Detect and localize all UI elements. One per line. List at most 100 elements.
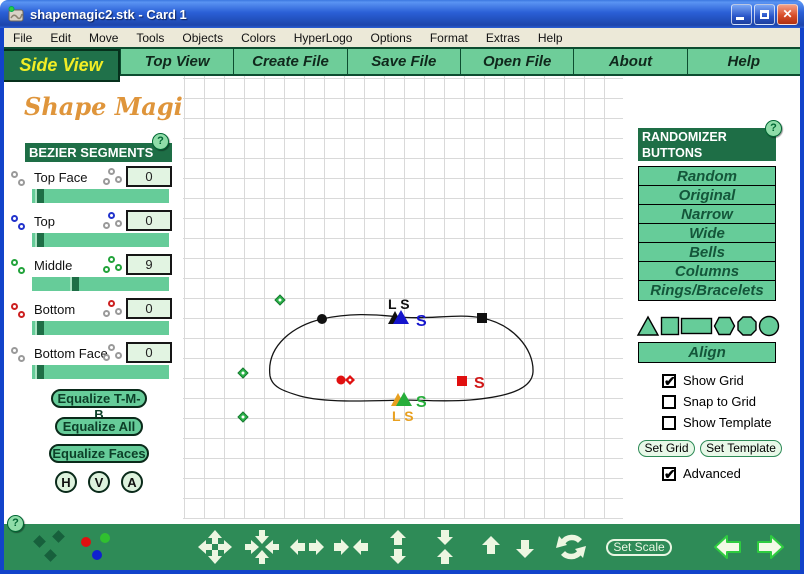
octagon-shape-icon[interactable] (736, 315, 758, 337)
set-grid-button[interactable]: Set Grid (638, 440, 695, 457)
menu-help[interactable]: Help (529, 31, 572, 45)
bezier-help-button[interactable]: ? (152, 133, 169, 150)
tab-open-file[interactable]: Open File (459, 49, 573, 74)
tab-bar: Side View Top View Create File Save File… (4, 47, 800, 82)
h-button[interactable]: H (55, 471, 77, 493)
wide-button[interactable]: Wide (639, 224, 775, 243)
rectangle-shape-icon[interactable] (680, 315, 713, 337)
slider-track-top[interactable] (32, 233, 169, 247)
show-grid-checkbox[interactable] (662, 373, 676, 390)
align-button[interactable]: Align (638, 342, 776, 363)
drawing-canvas[interactable]: L S S S S L S (183, 76, 623, 519)
slider-label: Top (34, 214, 55, 229)
menu-hyperlogo[interactable]: HyperLogo (285, 31, 362, 45)
show-grid-checkbox-row[interactable]: Show Grid (662, 373, 744, 390)
minimize-button[interactable] (731, 4, 752, 25)
heighten-icon[interactable] (380, 529, 416, 565)
title-bar[interactable]: shapemagic2.stk - Card 1 ✕ (0, 0, 804, 28)
original-button[interactable]: Original (639, 186, 775, 205)
slider-thumb[interactable] (35, 233, 44, 247)
close-button[interactable]: ✕ (777, 4, 798, 25)
contract-all-icon[interactable] (244, 529, 280, 565)
tab-save-file[interactable]: Save File (346, 49, 460, 74)
randomizer-help-button[interactable]: ? (765, 120, 782, 137)
tab-create-file[interactable]: Create File (233, 49, 346, 74)
rotate-icon[interactable] (551, 529, 591, 565)
bells-button[interactable]: Bells (639, 243, 775, 262)
decorative-diamond-dot (52, 530, 65, 543)
control-point-square[interactable] (477, 313, 487, 323)
forward-arrow-button[interactable] (755, 534, 785, 561)
narrow-button[interactable]: Narrow (639, 205, 775, 224)
a-button[interactable]: A (121, 471, 143, 493)
equalize-tmb-button[interactable]: Equalize T-M-B (51, 389, 147, 422)
point-dot-icon (108, 300, 115, 307)
app-logo-text: Shape Magic 2 (24, 92, 223, 121)
set-template-button[interactable]: Set Template (700, 440, 782, 457)
maximize-button[interactable] (754, 4, 775, 25)
random-button[interactable]: Random (639, 167, 775, 186)
slider-thumb[interactable] (35, 365, 44, 379)
guide-point-diamond[interactable] (274, 294, 286, 306)
equalize-all-button[interactable]: Equalize All (55, 417, 143, 436)
menu-tools[interactable]: Tools (127, 31, 173, 45)
advanced-checkbox-row[interactable]: Advanced (662, 466, 741, 483)
slider-track-bottom[interactable] (32, 321, 169, 335)
snap-to-grid-checkbox[interactable] (662, 394, 676, 409)
widen-icon[interactable] (289, 529, 325, 565)
point-label-top-s: S (416, 313, 427, 330)
move-down-icon[interactable] (507, 529, 543, 565)
tab-side-view[interactable]: Side View (4, 49, 120, 82)
tab-help[interactable]: Help (686, 49, 800, 74)
toolbar-help-button[interactable]: ? (7, 515, 24, 532)
control-point-red-circle[interactable] (336, 375, 346, 385)
slider-value-box[interactable]: 0 (126, 342, 172, 363)
slider-thumb[interactable] (70, 277, 79, 291)
back-arrow-button[interactable] (713, 534, 743, 561)
move-up-icon[interactable] (473, 529, 509, 565)
v-button[interactable]: V (88, 471, 110, 493)
control-point-red-square[interactable] (457, 376, 467, 386)
point-dot-icon (108, 344, 115, 351)
guide-point-diamond[interactable] (237, 367, 249, 379)
tab-about[interactable]: About (573, 49, 686, 74)
menu-file[interactable]: File (4, 31, 41, 45)
expand-all-icon[interactable] (197, 529, 233, 565)
equalize-faces-button[interactable]: Equalize Faces (49, 444, 149, 463)
triangle-shape-icon[interactable] (636, 315, 660, 337)
rings-bracelets-button[interactable]: Rings/Bracelets (639, 281, 775, 300)
show-template-checkbox-row[interactable]: Show Template (662, 415, 772, 430)
set-scale-button[interactable]: Set Scale (606, 539, 672, 556)
columns-button[interactable]: Columns (639, 262, 775, 281)
control-point-red-diamond[interactable] (345, 375, 355, 385)
slider-value-box[interactable]: 0 (126, 298, 172, 319)
control-point-circle[interactable] (317, 314, 327, 324)
snap-to-grid-checkbox-row[interactable]: Snap to Grid (662, 394, 756, 409)
advanced-checkbox[interactable] (662, 466, 676, 483)
slider-value-box[interactable]: 0 (126, 210, 172, 231)
menu-move[interactable]: Move (80, 31, 127, 45)
slider-thumb[interactable] (35, 321, 44, 335)
slider-track-bottom-face[interactable] (32, 365, 169, 379)
slider-track-middle[interactable] (32, 277, 169, 291)
menu-objects[interactable]: Objects (173, 31, 232, 45)
hexagon-shape-icon[interactable] (713, 315, 736, 337)
slider-thumb[interactable] (35, 189, 44, 203)
square-shape-icon[interactable] (660, 315, 680, 337)
menu-format[interactable]: Format (421, 31, 477, 45)
point-dot-icon (115, 308, 122, 315)
menu-extras[interactable]: Extras (477, 31, 529, 45)
narrow-icon[interactable] (333, 529, 369, 565)
slider-value-box[interactable]: 0 (126, 166, 172, 187)
menu-options[interactable]: Options (361, 31, 420, 45)
shorten-icon[interactable] (427, 529, 463, 565)
slider-value-box[interactable]: 9 (126, 254, 172, 275)
menu-edit[interactable]: Edit (41, 31, 80, 45)
slider-track-top-face[interactable] (32, 189, 169, 203)
tab-top-view[interactable]: Top View (120, 49, 233, 74)
circle-shape-icon[interactable] (758, 315, 780, 337)
show-template-checkbox[interactable] (662, 415, 676, 430)
guide-point-diamond[interactable] (237, 411, 249, 423)
point-dot-icon (11, 259, 18, 266)
menu-colors[interactable]: Colors (232, 31, 285, 45)
